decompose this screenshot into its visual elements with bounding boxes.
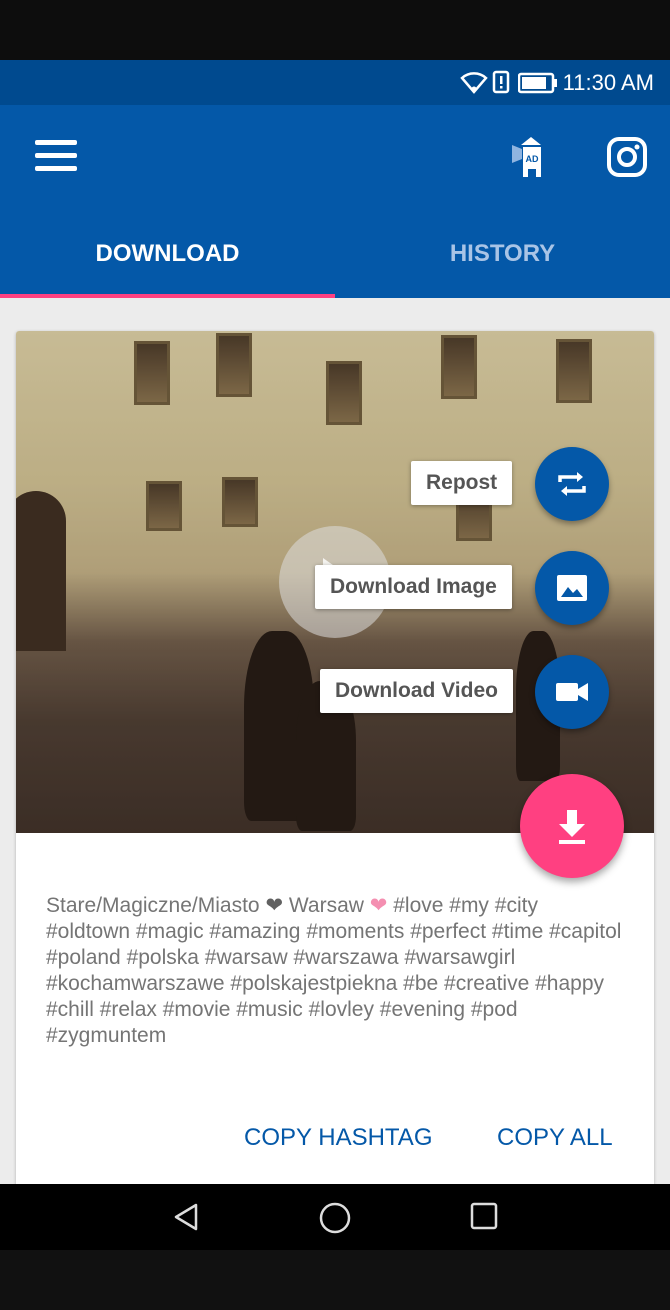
tab-download[interactable]: DOWNLOAD — [0, 210, 335, 298]
caption-text: Warsaw — [283, 894, 370, 917]
recents-icon[interactable] — [469, 1201, 499, 1231]
download-icon — [559, 810, 585, 844]
copy-all-button[interactable]: COPY ALL — [497, 1124, 613, 1152]
content-area: Stare/Magiczne/Miasto ❤ Warsaw ❤ #love #… — [0, 298, 670, 1201]
download-image-button[interactable] — [535, 551, 609, 625]
repost-icon — [558, 472, 586, 496]
tab-history[interactable]: HISTORY — [335, 210, 670, 298]
svg-text:AD: AD — [526, 154, 539, 164]
sim-alert-icon — [492, 70, 510, 94]
app-bar: AD DOWNLOAD HISTORY — [0, 105, 670, 298]
instagram-icon[interactable] — [605, 135, 649, 179]
download-video-button[interactable] — [535, 655, 609, 729]
download-image-label[interactable]: Download Image — [315, 565, 512, 609]
image-icon — [557, 575, 587, 601]
download-video-label[interactable]: Download Video — [320, 669, 513, 713]
status-bar: 11:30 AM — [0, 60, 670, 105]
pink-heart-icon: ❤ — [369, 894, 388, 917]
ad-tower-icon[interactable]: AD — [508, 135, 554, 181]
menu-icon[interactable] — [35, 140, 81, 180]
copy-hashtag-button[interactable]: COPY HASHTAG — [244, 1124, 432, 1152]
repost-button[interactable] — [535, 447, 609, 521]
bottom-black-bar — [0, 1250, 670, 1310]
top-black-bar — [0, 0, 670, 60]
grey-heart-icon: ❤ — [265, 894, 284, 917]
download-fab[interactable] — [520, 774, 624, 878]
post-caption: Stare/Magiczne/Miasto ❤ Warsaw ❤ #love #… — [46, 893, 626, 1049]
repost-label[interactable]: Repost — [411, 461, 513, 505]
system-nav-bar — [0, 1184, 670, 1250]
battery-icon — [518, 72, 557, 94]
status-time: 11:30 AM — [562, 70, 654, 95]
wifi-icon — [460, 72, 488, 94]
home-icon[interactable] — [318, 1201, 352, 1235]
back-icon[interactable] — [170, 1201, 202, 1233]
caption-text: Stare/Magiczne/Miasto — [46, 894, 266, 917]
video-icon — [556, 683, 588, 701]
